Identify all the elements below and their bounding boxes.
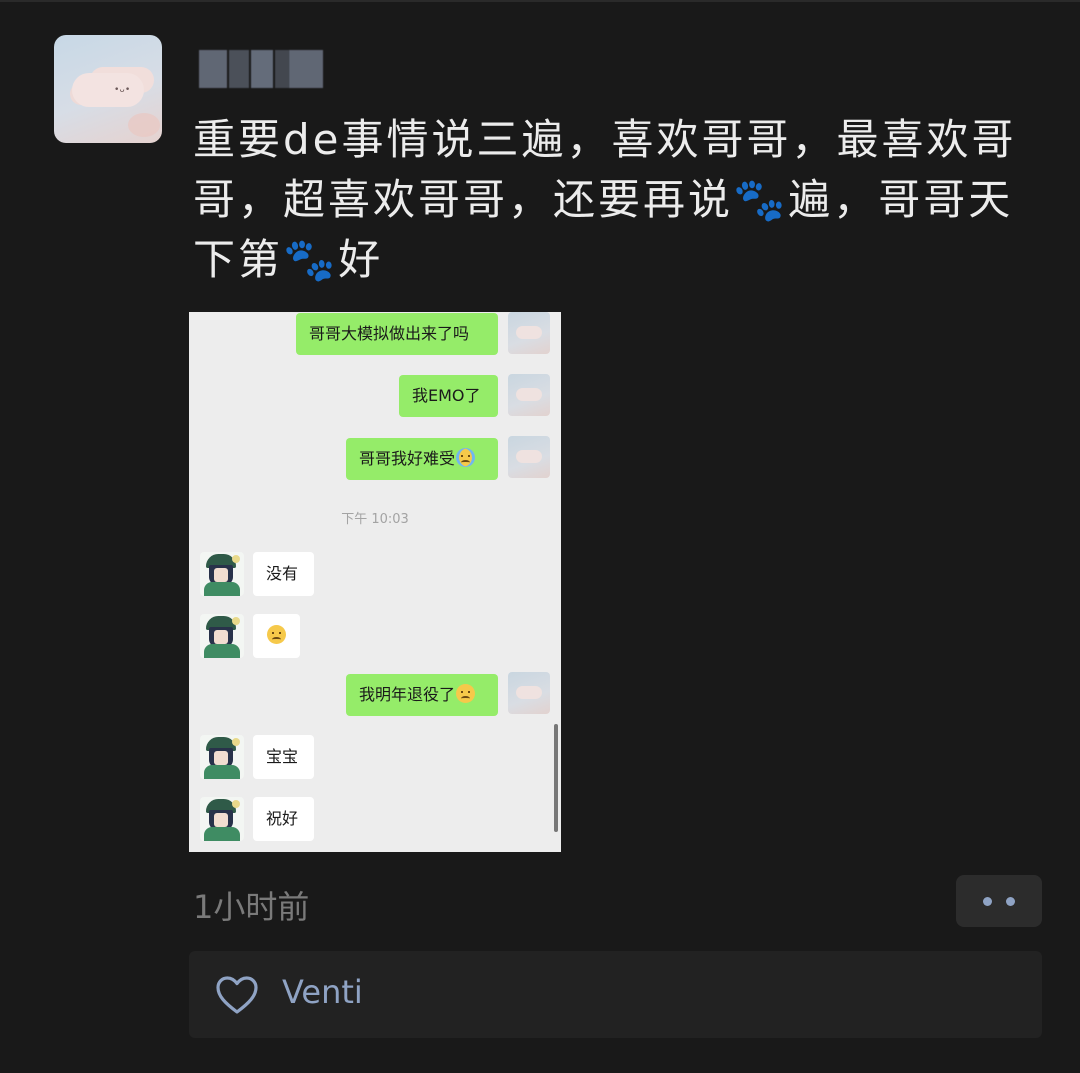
worried-emoji-icon (267, 625, 286, 644)
friend-avatar (200, 735, 244, 779)
chat-bubble-text: 哥哥我好难受 (359, 449, 456, 468)
top-divider (0, 0, 1080, 2)
avatar-cloud (72, 73, 144, 107)
my-avatar (508, 672, 550, 714)
liker-name[interactable]: Venti (282, 973, 363, 1011)
chat-timestamp: 下午 10:03 (341, 512, 409, 527)
post-text: 重要de事情说三遍，喜欢哥哥，最喜欢哥哥，超喜欢哥哥，还要再说🐾遍，哥哥天下第🐾… (193, 115, 1017, 284)
screenshot-scrollbar (554, 724, 558, 832)
friend-avatar (200, 552, 244, 596)
more-dots-icon-dot (1006, 897, 1015, 906)
heart-icon[interactable] (215, 975, 259, 1015)
chat-screenshot-image[interactable]: 哥哥大模拟做出来了吗 我EMO了 哥哥我好难受 下午 10:03 没有 我明年退… (189, 312, 561, 852)
chat-bubble-received: 没有 (253, 552, 314, 596)
chat-bubble-sent: 我明年退役了 (346, 674, 498, 716)
post-time: 1小时前 (193, 888, 310, 926)
chat-bubble-received (253, 614, 300, 658)
likes-section: Venti (189, 951, 1042, 1038)
chat-bubble-text: 我明年退役了 (359, 685, 456, 704)
poster-avatar[interactable]: •ᴗ• (54, 35, 162, 143)
chat-bubble-sent: 哥哥大模拟做出来了吗 (296, 313, 498, 355)
chat-bubble-sent: 哥哥我好难受 (346, 438, 498, 480)
friend-avatar (200, 614, 244, 658)
loudly-crying-emoji-icon (456, 448, 476, 467)
my-avatar (508, 436, 550, 478)
chat-bubble-sent: 我EMO了 (399, 375, 498, 417)
poster-name-blurred[interactable] (185, 36, 341, 88)
friend-avatar (200, 797, 244, 841)
avatar-blush (128, 113, 160, 137)
my-avatar (508, 374, 550, 416)
chat-bubble-received: 祝好 (253, 797, 314, 841)
more-button[interactable] (956, 875, 1042, 927)
avatar-face: •ᴗ• (114, 85, 131, 95)
worried-emoji-icon (456, 684, 476, 703)
chat-bubble-received: 宝宝 (253, 735, 314, 779)
more-dots-icon (983, 897, 992, 906)
my-avatar (508, 312, 550, 354)
